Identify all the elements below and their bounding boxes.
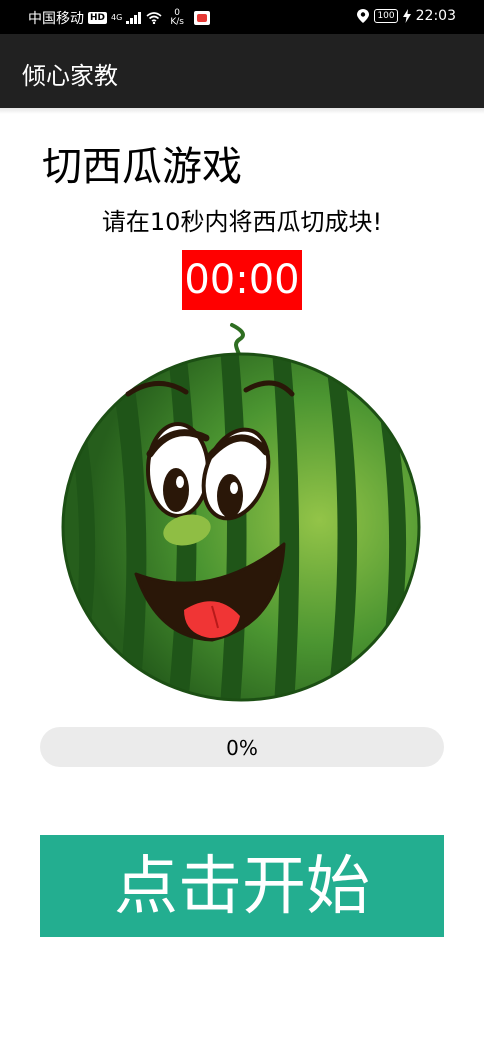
battery-level: 100 (374, 9, 398, 23)
progress-label: 0% (226, 736, 258, 760)
app-title: 倾心家教 (22, 62, 118, 90)
clock: 22:03 (415, 8, 456, 24)
game-title: 切西瓜游戏 (42, 144, 242, 190)
app-bar: 倾心家教 (0, 34, 484, 108)
net-speed: 0 K/s (170, 9, 184, 27)
status-left: 中国移动 HD 4G 0 K/s (28, 8, 210, 28)
wifi-icon (146, 12, 162, 24)
progress-bar: 0% (40, 727, 444, 767)
status-bar: 中国移动 HD 4G 0 K/s 100 22:03 (0, 0, 484, 34)
network-type: 4G (111, 13, 123, 22)
status-right: 100 22:03 (357, 8, 456, 24)
game-instruction: 请在10秒内将西瓜切成块! (101, 208, 383, 236)
start-button[interactable]: 点击开始 (40, 835, 444, 937)
net-speed-unit: K/s (170, 17, 184, 27)
app-bar-shadow (0, 108, 484, 114)
notification-app-icon (193, 11, 210, 25)
carrier-label: 中国移动 (28, 11, 84, 27)
hd-badge: HD (88, 12, 108, 24)
watermelon-image[interactable] (60, 322, 424, 704)
charging-icon (402, 9, 411, 23)
signal-icon (126, 12, 142, 24)
countdown-timer: 00:00 (182, 250, 302, 310)
location-icon (357, 9, 370, 23)
